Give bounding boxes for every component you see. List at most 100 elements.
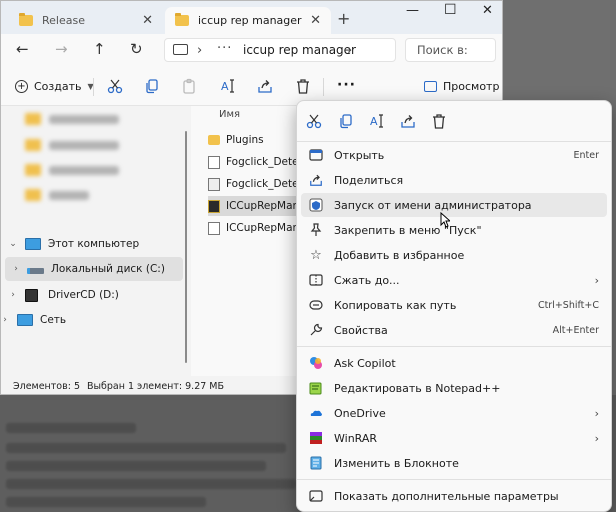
menu-item-pin-to-start[interactable]: Закрепить в меню "Пуск" — [301, 218, 607, 242]
close-window-icon[interactable]: ✕ — [482, 3, 493, 18]
menu-item-onedrive[interactable]: OneDrive › — [301, 401, 607, 425]
search-input[interactable]: Поиск в: — [405, 38, 496, 62]
chevron-down-icon[interactable]: ⌄ — [1, 239, 25, 249]
menu-item-label: Копировать как путь — [334, 298, 457, 312]
scrollbar[interactable] — [185, 131, 187, 363]
back-icon[interactable]: ← — [16, 40, 29, 58]
preview-pane-icon — [424, 81, 437, 92]
share-icon — [309, 173, 323, 187]
sidebar-item-label: Локальный диск (C:) — [51, 263, 165, 275]
chevron-right-icon[interactable]: › — [1, 315, 17, 325]
divider — [93, 78, 94, 96]
tab-iccup-rep-manager[interactable]: iccup rep manager ✕ — [165, 7, 331, 34]
title-bar: Release ✕ iccup rep manager ✕ + — ☐ ✕ — [1, 1, 502, 34]
column-header-name[interactable]: Имя — [219, 109, 240, 120]
list-item[interactable]: ICCupRepManag — [208, 218, 312, 238]
folder-icon — [175, 13, 189, 26]
forward-icon[interactable]: → — [55, 40, 68, 58]
sidebar-item-this-pc[interactable]: ⌄ Этот компьютер — [1, 232, 179, 256]
chevron-right-icon[interactable]: › — [5, 264, 27, 274]
menu-item-copy-as-path[interactable]: Копировать как путь Ctrl+Shift+C — [301, 293, 607, 317]
up-icon[interactable]: ↑ — [93, 40, 106, 58]
menu-item-open[interactable]: Открыть Enter — [301, 143, 607, 167]
computer-icon — [25, 238, 41, 250]
sidebar-item-local-disk-c[interactable]: › Локальный диск (C:) — [5, 257, 183, 281]
breadcrumb[interactable]: iccup rep manager — [243, 43, 356, 57]
menu-item-show-more-options[interactable]: Показать дополнительные параметры — [301, 484, 607, 508]
close-tab-icon[interactable]: ✕ — [310, 13, 321, 28]
delete-icon[interactable] — [295, 78, 311, 94]
app-icon — [208, 199, 220, 213]
cut-icon[interactable] — [306, 113, 322, 129]
menu-item-properties[interactable]: Свойства Alt+Enter — [301, 318, 607, 342]
list-item[interactable]: Plugins — [208, 130, 308, 150]
shortcut-hint: Alt+Enter — [552, 324, 599, 336]
menu-item-ask-copilot[interactable]: Ask Copilot — [301, 351, 607, 375]
menu-item-edit-in-notepad[interactable]: Изменить в Блокноте — [301, 451, 607, 475]
menu-item-notepadpp[interactable]: Редактировать в Notepad++ — [301, 376, 607, 400]
delete-icon[interactable] — [431, 113, 447, 129]
chevron-right-icon[interactable]: › — [197, 43, 202, 58]
blurred-quick-access-item[interactable] — [25, 163, 119, 177]
minimize-icon[interactable]: — — [406, 3, 419, 18]
more-breadcrumbs-icon[interactable]: ··· — [217, 41, 232, 56]
cut-icon[interactable] — [107, 78, 123, 94]
share-icon[interactable] — [400, 113, 416, 129]
menu-item-label: Добавить в избранное — [334, 248, 465, 262]
list-item[interactable]: ICCupRepManag — [208, 196, 312, 216]
close-tab-icon[interactable]: ✕ — [142, 13, 153, 28]
menu-item-label: OneDrive — [334, 406, 386, 420]
list-item[interactable]: Fogclick_Detecto — [208, 174, 315, 194]
quick-actions-bar: A — [297, 101, 611, 141]
address-field[interactable]: › ··· iccup rep manager › — [164, 38, 396, 62]
star-icon: ☆ — [310, 247, 322, 263]
notepadpp-icon — [309, 381, 323, 395]
create-button[interactable]: + Создать ▼ — [15, 80, 94, 93]
rename-icon[interactable]: A — [369, 113, 385, 129]
blurred-quick-access-item[interactable] — [25, 138, 119, 152]
item-count: Элементов: 5 — [13, 381, 80, 392]
mouse-cursor-icon — [440, 212, 450, 228]
copy-icon[interactable] — [144, 78, 160, 94]
sidebar-item-drivercd-d[interactable]: › DriverCD (D:) — [1, 283, 179, 307]
menu-item-label: Изменить в Блокноте — [334, 456, 459, 470]
chevron-right-icon[interactable]: › — [347, 43, 352, 58]
winrar-icon — [309, 431, 323, 445]
maximize-icon[interactable]: ☐ — [444, 2, 457, 18]
sidebar-item-label: DriverCD (D:) — [48, 289, 119, 301]
blurred-quick-access-item[interactable] — [25, 112, 119, 126]
divider — [323, 78, 324, 96]
menu-item-share[interactable]: Поделиться — [301, 168, 607, 192]
divider — [297, 141, 611, 142]
create-label: Создать — [34, 80, 82, 93]
menu-item-run-as-admin[interactable]: Запуск от имени администратора — [301, 193, 607, 217]
address-bar-row: ← → ↑ ↻ › ··· iccup rep manager › Поиск … — [1, 34, 502, 66]
preview-button[interactable]: Просмотр — [424, 80, 499, 93]
chevron-right-icon: › — [594, 431, 599, 445]
tab-label: Release — [42, 14, 85, 27]
sidebar-item-network[interactable]: › Сеть — [1, 308, 171, 332]
new-tab-icon[interactable]: + — [337, 9, 350, 28]
list-item[interactable]: Fogclick_Detecto — [208, 152, 315, 172]
menu-item-label: Редактировать в Notepad++ — [334, 381, 501, 395]
more-options-icon[interactable]: ··· — [337, 77, 356, 93]
menu-item-compress[interactable]: Сжать до... › — [301, 268, 607, 292]
share-icon[interactable] — [257, 78, 273, 94]
file-name: Plugins — [226, 134, 264, 146]
menu-item-add-to-favorites[interactable]: ☆ Добавить в избранное — [301, 243, 607, 267]
plus-icon: + — [15, 80, 28, 93]
open-icon — [309, 148, 323, 162]
cd-drive-icon — [25, 288, 38, 302]
copy-icon[interactable] — [338, 113, 354, 129]
tab-release[interactable]: Release ✕ — [9, 7, 163, 34]
menu-item-winrar[interactable]: WinRAR › — [301, 426, 607, 450]
shortcut-hint: Ctrl+Shift+C — [537, 299, 599, 311]
chevron-right-icon[interactable]: › — [1, 290, 25, 300]
blurred-quick-access-item[interactable] — [25, 188, 89, 202]
onedrive-icon — [309, 406, 323, 420]
divider — [297, 346, 611, 347]
paste-icon[interactable] — [181, 78, 197, 94]
rename-icon[interactable]: A — [220, 78, 236, 94]
refresh-icon[interactable]: ↻ — [130, 40, 143, 58]
computer-icon — [173, 44, 188, 55]
